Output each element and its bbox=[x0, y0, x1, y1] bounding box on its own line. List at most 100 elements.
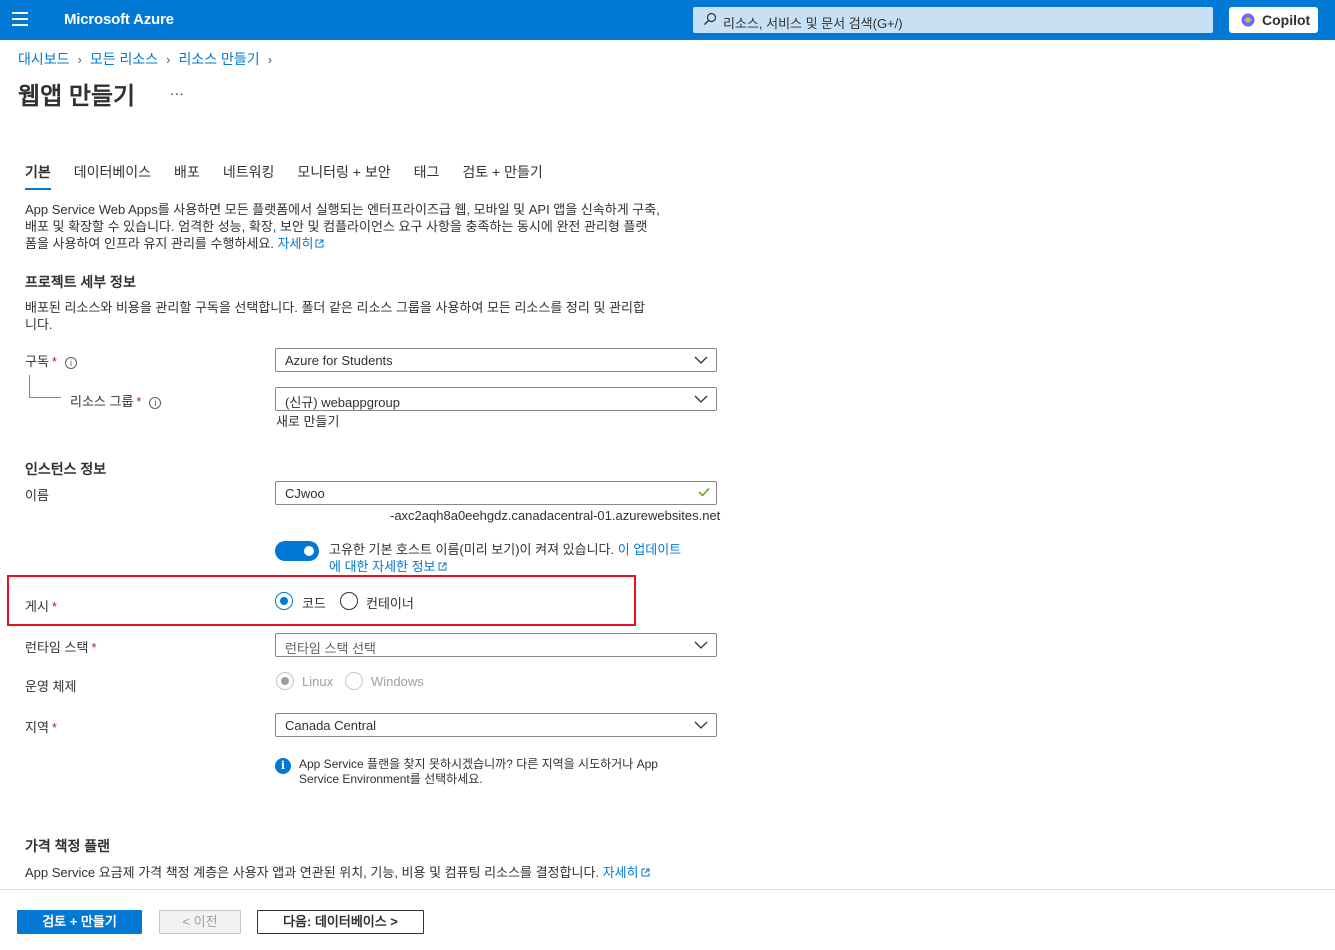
required-marker: * bbox=[51, 599, 57, 614]
pricing-plan-title: 가격 책정 플랜 bbox=[25, 838, 111, 854]
breadcrumb: 대시보드 › 모든 리소스 › 리소스 만들기 › bbox=[18, 49, 280, 69]
runtime-label: 런타임 스택 * bbox=[25, 637, 96, 656]
previous-button[interactable]: < 이전 bbox=[159, 910, 241, 934]
os-label: 운영 체제 bbox=[25, 679, 77, 694]
tab-basics[interactable]: 기본 bbox=[25, 162, 51, 190]
runtime-label-text: 런타임 스택 bbox=[25, 640, 89, 655]
checkmark-icon bbox=[698, 488, 710, 497]
brand-title[interactable]: Microsoft Azure bbox=[64, 11, 174, 28]
breadcrumb-dashboard[interactable]: 대시보드 bbox=[18, 51, 70, 67]
publish-container-label[interactable]: 컨테이너 bbox=[366, 593, 414, 612]
region-select[interactable]: Canada Central bbox=[275, 713, 717, 737]
resource-group-value: (신규) webappgroup bbox=[285, 395, 400, 410]
region-info-text: App Service 플랜을 찾지 못하시겠습니까? 다른 지역을 시도하거나… bbox=[299, 757, 699, 787]
search-icon bbox=[704, 12, 717, 25]
publish-code-label[interactable]: 코드 bbox=[302, 593, 326, 612]
intro-learn-more-link[interactable]: 자세히 bbox=[278, 236, 325, 251]
pricing-learn-more-label: 자세히 bbox=[602, 865, 639, 880]
tab-monitoring-security[interactable]: 모니터링 + 보안 bbox=[297, 162, 390, 188]
tree-line bbox=[29, 375, 30, 397]
region-label-text: 지역 bbox=[25, 720, 49, 735]
instance-details-title: 인스턴스 정보 bbox=[25, 461, 107, 477]
toggle-link-text: 에 대한 자세한 정보 bbox=[329, 559, 436, 574]
subscription-value: Azure for Students bbox=[285, 353, 393, 368]
toggle-desc-line-2: 에 대한 자세한 정보 bbox=[329, 558, 681, 575]
unique-hostname-toggle[interactable] bbox=[275, 541, 319, 561]
publish-code-radio[interactable] bbox=[275, 592, 293, 610]
resource-group-label: 리소스 그룹 * i bbox=[70, 391, 162, 410]
external-link-icon bbox=[438, 562, 447, 571]
top-bar: Microsoft Azure 리소스, 서비스 및 문서 검색(G+/) Co… bbox=[0, 0, 1335, 40]
tab-tags[interactable]: 태그 bbox=[414, 162, 440, 188]
resource-group-select[interactable]: (신규) webappgroup bbox=[275, 387, 717, 411]
region-info-line-1: App Service 플랜을 찾지 못하시겠습니까? 다른 지역을 시도하거나… bbox=[299, 757, 658, 771]
required-marker: * bbox=[51, 720, 57, 735]
tree-line bbox=[29, 397, 61, 398]
page-title: 웹앱 만들기 bbox=[18, 83, 136, 110]
search-input[interactable]: 리소스, 서비스 및 문서 검색(G+/) bbox=[693, 7, 1213, 33]
intro-text: App Service Web Apps를 사용하면 모든 플랫폼에서 실행되는… bbox=[25, 201, 660, 252]
next-database-button[interactable]: 다음: 데이터베이스 > bbox=[257, 910, 424, 934]
required-marker: * bbox=[136, 394, 142, 409]
required-marker: * bbox=[51, 354, 57, 369]
chevron-right-icon: › bbox=[166, 52, 171, 67]
subscription-select[interactable]: Azure for Students bbox=[275, 348, 717, 372]
pricing-learn-more-link[interactable]: 자세히 bbox=[603, 865, 650, 880]
more-options-icon[interactable]: ... bbox=[170, 82, 185, 98]
name-input[interactable]: CJwoo bbox=[275, 481, 717, 505]
chevron-down-icon bbox=[694, 641, 708, 649]
os-windows-label: Windows bbox=[371, 674, 424, 689]
intro-line-1: App Service Web Apps를 사용하면 모든 플랫폼에서 실행되는… bbox=[25, 202, 660, 217]
os-linux-radio[interactable] bbox=[276, 672, 294, 690]
subscription-label-text: 구독 bbox=[25, 354, 49, 369]
review-create-button[interactable]: 검토 + 만들기 bbox=[17, 910, 142, 934]
create-new-link[interactable]: 새로 만들기 bbox=[276, 411, 339, 430]
copilot-label: Copilot bbox=[1262, 12, 1311, 28]
runtime-select[interactable]: 런타임 스택 선택 bbox=[275, 633, 717, 657]
required-marker: * bbox=[91, 640, 97, 655]
intro-learn-more-label: 자세히 bbox=[277, 236, 314, 251]
tab-deployment[interactable]: 배포 bbox=[174, 162, 200, 188]
pricing-desc-text: App Service 요금제 가격 책정 계층은 사용자 앱과 연관된 위치,… bbox=[25, 865, 600, 880]
info-filled-icon: i bbox=[275, 758, 291, 774]
toggle-description: 고유한 기본 호스트 이름(미리 보기)이 켜져 있습니다. 이 업데이트 에 … bbox=[329, 541, 681, 575]
tab-database[interactable]: 데이터베이스 bbox=[74, 162, 151, 188]
tab-networking[interactable]: 네트워킹 bbox=[223, 162, 275, 188]
search-placeholder: 리소스, 서비스 및 문서 검색(G+/) bbox=[723, 16, 903, 31]
project-desc-line-2: 니다. bbox=[25, 317, 53, 332]
project-desc-line-1: 배포된 리소스와 비용을 관리할 구독을 선택합니다. 폴더 같은 리소스 그룹… bbox=[25, 300, 645, 315]
name-label: 이름 bbox=[25, 488, 49, 503]
breadcrumb-create-resource[interactable]: 리소스 만들기 bbox=[179, 51, 260, 67]
copilot-button[interactable]: Copilot bbox=[1229, 7, 1318, 33]
external-link-icon bbox=[315, 239, 324, 248]
tab-review-create[interactable]: 검토 + 만들기 bbox=[462, 162, 542, 188]
publish-container-radio[interactable] bbox=[340, 592, 358, 610]
chevron-down-icon bbox=[694, 721, 708, 729]
resource-group-label-text: 리소스 그룹 bbox=[70, 394, 134, 409]
subscription-label: 구독 * i bbox=[25, 351, 77, 370]
name-value: CJwoo bbox=[285, 486, 325, 501]
os-windows-radio[interactable] bbox=[345, 672, 363, 690]
footer-divider bbox=[0, 889, 1335, 890]
chevron-right-icon: › bbox=[77, 52, 82, 67]
toggle-text: 고유한 기본 호스트 이름(미리 보기)이 켜져 있습니다. bbox=[329, 542, 615, 557]
publish-label: 게시 * bbox=[25, 596, 57, 615]
publish-label-text: 게시 bbox=[25, 599, 49, 614]
chevron-down-icon bbox=[694, 356, 708, 364]
runtime-placeholder: 런타임 스택 선택 bbox=[285, 641, 376, 656]
info-icon[interactable]: i bbox=[149, 397, 162, 409]
toggle-knob bbox=[304, 546, 314, 556]
project-details-title: 프로젝트 세부 정보 bbox=[25, 274, 136, 290]
info-icon[interactable]: i bbox=[64, 357, 77, 369]
intro-line-2: 배포 및 확장할 수 있습니다. 엄격한 성능, 확장, 보안 및 컴플라이언스… bbox=[25, 219, 648, 234]
region-label: 지역 * bbox=[25, 717, 57, 736]
toggle-learn-link[interactable]: 이 업데이트 bbox=[618, 542, 681, 557]
toggle-desc-line-1: 고유한 기본 호스트 이름(미리 보기)이 켜져 있습니다. 이 업데이트 bbox=[329, 541, 681, 558]
region-value: Canada Central bbox=[285, 718, 377, 733]
intro-line-3: 폼을 사용하여 인프라 유지 관리를 수행하세요. 자세히 bbox=[25, 235, 660, 252]
toggle-learn-link-cont[interactable]: 에 대한 자세한 정보 bbox=[329, 559, 447, 574]
menu-icon[interactable] bbox=[12, 12, 30, 28]
pricing-desc: App Service 요금제 가격 책정 계층은 사용자 앱과 연관된 위치,… bbox=[25, 864, 650, 881]
breadcrumb-all-resources[interactable]: 모든 리소스 bbox=[90, 51, 158, 67]
project-desc: 배포된 리소스와 비용을 관리할 구독을 선택합니다. 폴더 같은 리소스 그룹… bbox=[25, 299, 645, 333]
